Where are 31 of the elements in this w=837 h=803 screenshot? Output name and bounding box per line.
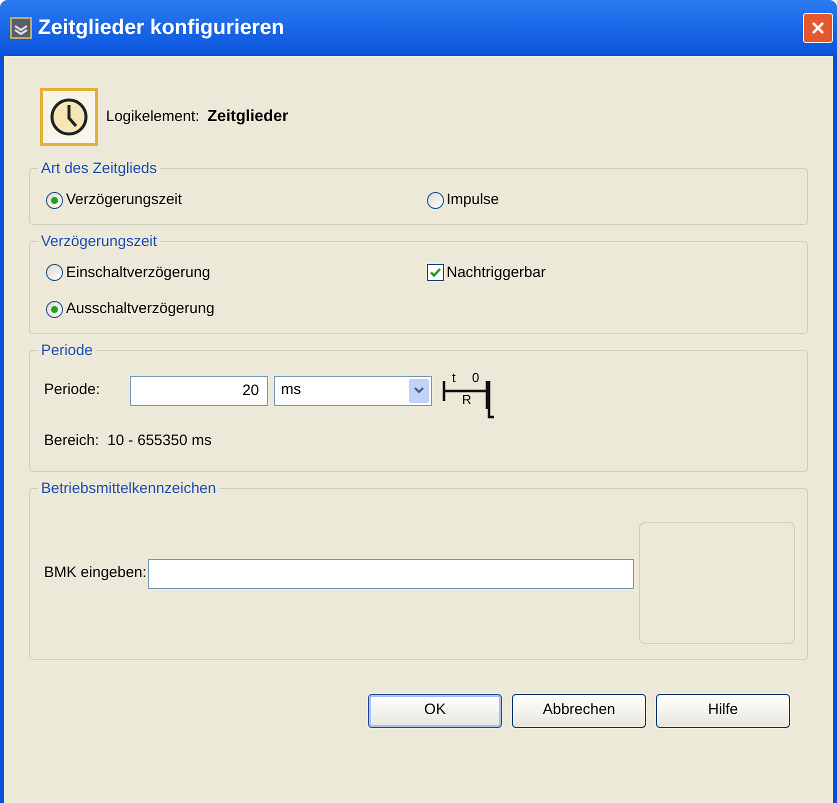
bmk-field[interactable] (148, 558, 634, 588)
bmk-label: BMK eingeben: (44, 563, 148, 584)
period-field[interactable]: 20 (130, 376, 268, 406)
symbol-label: t (452, 370, 456, 384)
caret-icon (414, 386, 424, 394)
period-label: Periode: (44, 380, 101, 400)
dialog-button[interactable]: Abbrechen (512, 694, 646, 728)
app-icon (10, 17, 32, 39)
symbol-label: R (462, 392, 472, 406)
checkbox-label: Nachtriggerbar (446, 262, 546, 282)
radio-button[interactable] (426, 192, 444, 209)
dropdown-button[interactable] (409, 378, 429, 402)
element-name: Zeitglieder (207, 107, 288, 127)
unit-dropdown[interactable]: ms (274, 376, 432, 406)
radio-button[interactable] (46, 192, 63, 209)
radio-label: Verzögerungszeit (66, 190, 182, 210)
element-label: Logikelement: (106, 106, 200, 127)
close-button[interactable] (803, 13, 833, 43)
radio-button[interactable] (46, 264, 63, 282)
checkbox[interactable] (426, 264, 444, 282)
radio-label: Einschaltverzögerung (66, 262, 210, 282)
radio-label: Impulse (446, 190, 500, 210)
dialog-button[interactable]: OK (368, 694, 502, 728)
window-title: Zeitglieder konfigurieren (38, 15, 286, 42)
dialog-button[interactable]: Hilfe (656, 694, 790, 728)
symbol-label: 0 (472, 370, 480, 384)
radio-label: Ausschaltverzögerung (66, 299, 214, 319)
close-icon (810, 20, 826, 36)
range-text: Bereich: 10 - 655350 ms (44, 432, 212, 448)
clock-icon (40, 88, 98, 146)
radio-button[interactable] (46, 300, 63, 318)
